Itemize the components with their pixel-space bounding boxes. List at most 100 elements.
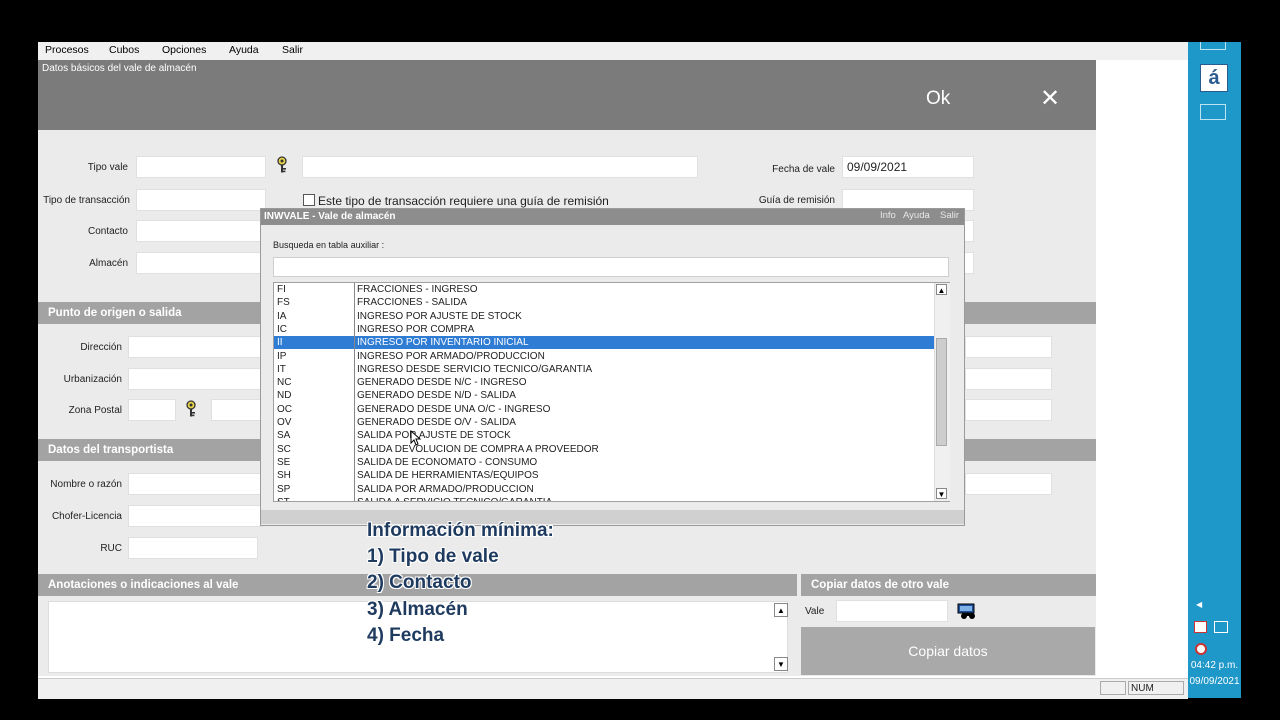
tipo-vale-input[interactable] — [136, 156, 266, 178]
direccion-label: Dirección — [80, 342, 122, 353]
list-item-description: SALIDA A SERVICIO TECNICO/GARANTIA — [357, 496, 552, 501]
list-item-code: OC — [277, 403, 292, 415]
copy-data-button[interactable]: Copiar datos — [801, 627, 1095, 675]
chofer-licencia-input[interactable] — [128, 505, 263, 527]
list-item[interactable]: IP INGRESO POR ARMADO/PRODUCCION — [274, 350, 934, 363]
tray-date: 09/09/2021 — [1189, 676, 1240, 687]
list-item[interactable]: OC GENERADO DESDE UNA O/C - INGRESO — [274, 403, 934, 416]
list-item[interactable]: II INGRESO POR INVENTARIO INICIAL — [274, 336, 934, 350]
menu-opciones[interactable]: Opciones — [162, 44, 206, 56]
overlay-title: Información mínima: — [367, 520, 554, 541]
key-lookup-icon[interactable] — [275, 156, 289, 174]
copy-vale-label: Vale — [805, 606, 825, 617]
num-lock-indicator: NUM — [1128, 681, 1184, 695]
popup-menu-salir[interactable]: Salir — [940, 210, 962, 221]
mouse-cursor-icon — [410, 430, 422, 446]
contacto-label: Contacto — [87, 226, 128, 237]
list-item-description: INGRESO POR COMPRA — [357, 323, 475, 335]
chofer-licencia-label: Chofer-Licencia — [51, 511, 122, 522]
scroll-up-icon[interactable]: ▲ — [936, 284, 947, 295]
list-item-description: GENERADO DESDE UNA O/C - INGRESO — [357, 403, 551, 415]
contacto-input[interactable] — [136, 220, 266, 242]
direccion-input-right[interactable] — [965, 336, 1052, 358]
zona-postal-label: Zona Postal — [68, 405, 122, 416]
list-item-description: INGRESO POR ARMADO/PRODUCCION — [357, 350, 545, 362]
list-item-code: IA — [277, 310, 287, 322]
windows-start-icon[interactable] — [1200, 42, 1226, 50]
list-item[interactable]: IC INGRESO POR COMPRA — [274, 323, 934, 336]
key-lookup-icon[interactable] — [184, 400, 198, 418]
ruc-input[interactable] — [128, 537, 258, 559]
list-item[interactable]: IA INGRESO POR AJUSTE DE STOCK — [274, 310, 934, 323]
list-item[interactable]: FI FRACCIONES - INGRESO — [274, 283, 934, 296]
list-item-description: SALIDA DEVOLUCION DE COMPRA A PROVEEDOR — [357, 443, 599, 455]
tipo-transaccion-input[interactable] — [136, 189, 266, 211]
list-item[interactable]: SC SALIDA DEVOLUCION DE COMPRA A PROVEEDO… — [274, 443, 934, 456]
status-cell — [1100, 681, 1126, 695]
list-item-code: SP — [277, 483, 291, 495]
tray-monitor-icon[interactable] — [1214, 621, 1228, 633]
guia-remision-checkbox[interactable] — [303, 194, 315, 206]
popup-menu-ayuda[interactable]: Ayuda — [903, 210, 930, 221]
guia-remision-label: Guía de remisión — [758, 195, 835, 206]
list-item[interactable]: SP SALIDA POR ARMADO/PRODUCCION — [274, 483, 934, 496]
search-input[interactable] — [273, 257, 949, 277]
list-item-description: INGRESO POR INVENTARIO INICIAL — [357, 337, 529, 349]
nombre-razon-input-right[interactable] — [965, 473, 1052, 495]
list-item-code: ST — [277, 496, 290, 501]
form-title: Datos básicos del vale de almacén — [42, 63, 197, 74]
almacen-input[interactable] — [136, 252, 266, 274]
list-column-divider — [354, 283, 355, 501]
tray-time: 04:42 p.m. — [1190, 660, 1239, 671]
menu-salir[interactable]: Salir — [282, 44, 303, 56]
status-bar — [38, 678, 1188, 699]
list-item[interactable]: ST SALIDA A SERVICIO TECNICO/GARANTIA — [274, 496, 934, 501]
zona-postal-input-right[interactable] — [965, 399, 1052, 421]
list-item-description: SALIDA DE ECONOMATO - CONSUMO — [357, 456, 538, 468]
urbanizacion-input[interactable] — [128, 368, 263, 390]
right-panel — [1096, 60, 1188, 678]
app-taskbar-icon[interactable]: á — [1200, 64, 1228, 92]
list-item-description: INGRESO DESDE SERVICIO TECNICO/GARANTIA — [357, 363, 593, 375]
direccion-input[interactable] — [128, 336, 263, 358]
list-item-code: IP — [277, 350, 287, 362]
list-item[interactable]: ND GENERADO DESDE N/D - SALIDA — [274, 389, 934, 402]
scroll-down-icon[interactable]: ▼ — [936, 488, 947, 499]
zona-postal-input[interactable] — [128, 399, 176, 421]
fecha-vale-input[interactable]: 09/09/2021 — [842, 156, 974, 178]
list-item-code: SH — [277, 470, 291, 482]
list-scroll-thumb[interactable] — [936, 338, 947, 446]
copy-section-header: Copiar datos de otro vale — [801, 574, 1096, 596]
menu-ayuda[interactable]: Ayuda — [229, 44, 259, 56]
list-item-description: FRACCIONES - INGRESO — [357, 284, 478, 295]
list-item[interactable]: SA SALIDA POR AJUSTE DE STOCK — [274, 429, 934, 442]
notes-scroll-up-icon[interactable]: ▲ — [774, 603, 788, 617]
popup-menu-info[interactable]: Info — [880, 210, 896, 221]
taskbar-window-icon[interactable] — [1200, 104, 1226, 120]
list-item[interactable]: FS FRACCIONES - SALIDA — [274, 296, 934, 309]
tipo-vale-label: Tipo vale — [87, 162, 128, 173]
menu-cubos[interactable]: Cubos — [109, 44, 139, 56]
notes-scroll-down-icon[interactable]: ▼ — [774, 657, 788, 671]
list-item[interactable]: SE SALIDA DE ECONOMATO - CONSUMO — [274, 456, 934, 469]
ok-button[interactable]: Ok — [926, 88, 950, 110]
list-item[interactable]: NC GENERADO DESDE N/C - INGRESO — [274, 376, 934, 389]
tray-expand-icon[interactable]: ◀ — [1196, 600, 1202, 609]
close-icon[interactable]: ✕ — [1040, 84, 1060, 113]
nombre-razon-input[interactable] — [128, 473, 263, 495]
lookup-list[interactable]: FI FRACCIONES - INGRESO FS FRACCIONES - SAL… — [273, 282, 950, 502]
overlay-line-2: 2) Contacto — [367, 572, 472, 593]
search-vale-icon[interactable] — [957, 602, 979, 620]
list-item[interactable]: SH SALIDA DE HERRAMIENTAS/EQUIPOS — [274, 469, 934, 482]
network-icon[interactable] — [1194, 621, 1207, 633]
ruc-label: RUC — [100, 543, 122, 554]
search-label: Busqueda en tabla auxiliar : — [273, 240, 385, 250]
menu-procesos[interactable]: Procesos — [45, 44, 89, 56]
urbanizacion-input-right[interactable] — [965, 368, 1052, 390]
volume-icon[interactable] — [1195, 643, 1207, 655]
list-item[interactable]: IT INGRESO DESDE SERVICIO TECNICO/GARANTI… — [274, 363, 934, 376]
list-item-description: SALIDA POR ARMADO/PRODUCCION — [357, 483, 534, 495]
list-item-code: SC — [277, 443, 291, 455]
copy-vale-input[interactable] — [836, 600, 948, 622]
list-item[interactable]: OV GENERADO DESDE O/V - SALIDA — [274, 416, 934, 429]
